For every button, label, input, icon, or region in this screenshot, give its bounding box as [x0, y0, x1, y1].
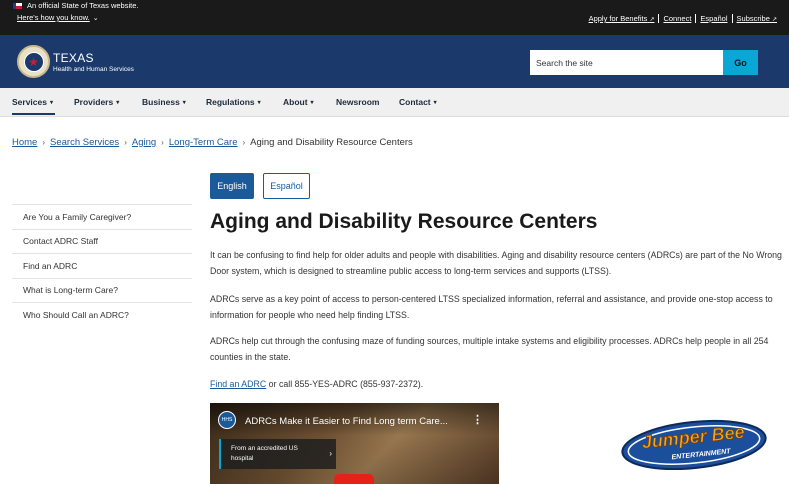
jumper-bee-logo: Jumper Bee ENTERTAINMENT: [621, 419, 767, 470]
nav-about[interactable]: About ▾: [283, 97, 314, 107]
main-nav: Services ▾ Providers ▾ Business ▾ Regulatio…: [0, 88, 789, 117]
sidebar-item-find-an-adrc[interactable]: Find an ADRC: [12, 253, 192, 278]
language-english-button[interactable]: English: [210, 173, 254, 199]
texas-seal-logo[interactable]: ★: [17, 45, 50, 78]
nav-services[interactable]: Services ▾: [12, 97, 53, 107]
star-icon: ★: [23, 51, 44, 72]
espanol-label: Español: [700, 14, 728, 23]
sidebar-nav: Are You a Family Caregiver? Contact ADRC…: [12, 204, 192, 327]
subscribe-label: Subscribe: [736, 14, 770, 23]
chevron-right-icon: ›: [42, 138, 46, 147]
phone-text: or call 855-YES-ADRC (855-937-2372).: [266, 379, 424, 389]
nav-business-label: Business: [142, 97, 180, 107]
chevron-right-icon: ›: [124, 138, 127, 147]
how-you-know-link[interactable]: Here's how you know. ⌄: [17, 13, 99, 22]
sidebar-item-contact-adrc-staff[interactable]: Contact ADRC Staff: [12, 228, 192, 254]
badge-line-1: From an accredited US: [231, 445, 298, 452]
search-go-button[interactable]: Go: [723, 50, 758, 75]
official-site-text: An official State of Texas website.: [27, 1, 139, 10]
nav-regulations[interactable]: Regulations ▾: [206, 97, 261, 107]
contact-paragraph: Find an ADRC or call 855-YES-ADRC (855-9…: [210, 376, 785, 392]
site-header: ★ TEXAS Health and Human Services Go: [0, 35, 789, 88]
chevron-down-icon: ▾: [116, 100, 120, 106]
breadcrumb-long-term-care[interactable]: Long-Term Care: [169, 137, 238, 148]
nav-services-label: Services: [12, 97, 47, 107]
chevron-down-icon: ⌄: [92, 15, 99, 22]
apply-for-benefits-label: Apply for Benefits: [588, 14, 648, 23]
page-title: Aging and Disability Resource Centers: [210, 210, 598, 233]
sidebar-item-what-is-long-term-care[interactable]: What is Long-term Care?: [12, 277, 192, 303]
external-link-icon: ↗: [771, 17, 777, 23]
brand-subtitle: Health and Human Services: [53, 66, 134, 73]
play-button[interactable]: [334, 474, 374, 484]
intro-paragraph: It can be confusing to find help for old…: [210, 250, 782, 276]
health-source-badge[interactable]: From an accredited US hospital ›: [219, 439, 336, 469]
chevron-right-icon: ›: [329, 449, 332, 458]
nav-newsroom-label: Newsroom: [336, 97, 380, 107]
espanol-link[interactable]: Español: [695, 14, 731, 23]
sidebar-item-who-should-call[interactable]: Who Should Call an ADRC?: [12, 302, 192, 327]
chevron-down-icon: ▾: [49, 100, 53, 106]
video-player[interactable]: HHS ADRCs Make it Easier to Find Long te…: [210, 403, 499, 484]
nav-business[interactable]: Business ▾: [142, 97, 186, 107]
chevron-down-icon: ▾: [433, 100, 437, 106]
badge-line-2: hospital: [231, 455, 254, 462]
sidebar-item-family-caregiver[interactable]: Are You a Family Caregiver?: [12, 204, 192, 229]
video-title[interactable]: ADRCs Make it Easier to Find Long term C…: [245, 416, 448, 427]
access-paragraph: ADRCs serve as a key point of access to …: [210, 294, 773, 320]
connect-link[interactable]: Connect: [658, 14, 695, 23]
find-an-adrc-link[interactable]: Find an ADRC: [210, 379, 266, 389]
nav-providers-label: Providers: [74, 97, 114, 107]
how-you-know-label: Here's how you know.: [17, 13, 90, 22]
language-spanish-button[interactable]: Español: [263, 173, 310, 199]
nav-contact-label: Contact: [399, 97, 431, 107]
external-link-icon: ↗: [649, 17, 655, 23]
more-options-icon[interactable]: ⋮: [472, 413, 483, 426]
official-banner: An official State of Texas website. Here…: [0, 0, 789, 35]
breadcrumb-aging[interactable]: Aging: [132, 137, 156, 148]
breadcrumb: Home › Search Services › Aging › Long-Term Car…: [12, 137, 413, 148]
search-input[interactable]: [530, 50, 723, 75]
channel-logo-icon[interactable]: HHS: [218, 411, 236, 429]
chevron-down-icon: ▾: [182, 100, 186, 106]
utility-links: Apply for Benefits ↗ Connect Español Sub…: [585, 14, 781, 23]
breadcrumb-search-services[interactable]: Search Services: [50, 137, 119, 148]
brand-title[interactable]: TEXAS: [53, 51, 94, 65]
nav-regulations-label: Regulations: [206, 97, 255, 107]
chevron-down-icon: ▾: [310, 100, 314, 106]
nav-active-indicator: [12, 113, 55, 115]
nav-about-label: About: [283, 97, 308, 107]
funding-paragraph: ADRCs help cut through the confusing maz…: [210, 336, 769, 362]
connect-label: Connect: [663, 14, 692, 23]
nav-newsroom[interactable]: Newsroom: [336, 97, 379, 107]
breadcrumb-home[interactable]: Home: [12, 137, 37, 148]
nav-providers[interactable]: Providers ▾: [74, 97, 119, 107]
chevron-down-icon: ▾: [257, 100, 261, 106]
nav-contact[interactable]: Contact ▾: [399, 97, 437, 107]
subscribe-link[interactable]: Subscribe ↗: [731, 14, 781, 23]
breadcrumb-current: Aging and Disability Resource Centers: [250, 137, 413, 148]
chevron-right-icon: ›: [161, 138, 164, 147]
apply-for-benefits-link[interactable]: Apply for Benefits ↗: [585, 14, 659, 23]
texas-flag-icon: [13, 3, 22, 9]
chevron-right-icon: ›: [242, 138, 246, 147]
